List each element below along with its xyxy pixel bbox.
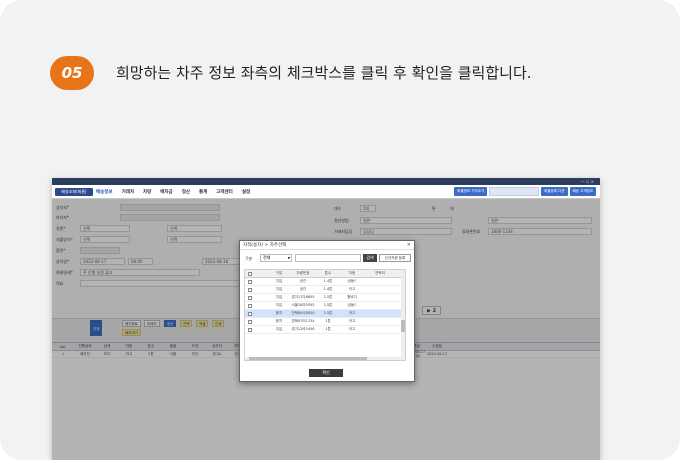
row-plate: 전북80사8050	[291, 311, 315, 315]
dialog-title: 차적(용차) > 차주선택 ×	[240, 241, 414, 250]
search-input[interactable]	[295, 254, 361, 262]
search-type-select[interactable]: 전체 ▼	[260, 254, 292, 262]
row-kind: 용차	[275, 311, 283, 315]
menu-items: 배송정보 거래처 차량 배차금 정산 통계 고객센터 설정	[96, 189, 250, 195]
menu-item-settle[interactable]: 정산	[182, 189, 190, 195]
hscroll-thumb[interactable]	[249, 357, 367, 360]
scroll-thumb[interactable]	[401, 320, 405, 332]
dialog-search-bar: 구분 전체 ▼ 검색 신규차량 등록	[240, 250, 414, 268]
col-plate[interactable]: 차량번호	[289, 271, 317, 276]
row-type: 냉동C	[347, 303, 357, 307]
menu-item-vehicle[interactable]: 차량	[143, 189, 151, 195]
row-type: 카고	[348, 327, 356, 331]
row-checkbox[interactable]	[245, 311, 254, 316]
row-checkbox[interactable]	[245, 279, 254, 284]
menu-item-settings[interactable]: 설정	[242, 189, 250, 195]
row-plate: 공간	[299, 279, 307, 283]
menu-item-client[interactable]: 거래처	[122, 189, 134, 195]
checkbox-icon	[247, 319, 252, 324]
row-kind: 지입	[275, 327, 283, 331]
chevron-down-icon: ▼	[287, 256, 290, 260]
notice-box	[489, 187, 540, 196]
header-checkbox[interactable]	[245, 271, 254, 276]
row-ton: 1.4톤	[323, 287, 333, 291]
row-ton: 1톤	[325, 327, 331, 331]
row-plate: 경북67러1234	[291, 319, 315, 323]
checkbox-icon	[247, 287, 252, 292]
col-contact[interactable]: 연락처	[365, 271, 395, 276]
checkbox-icon	[247, 271, 252, 276]
row-checkbox[interactable]	[245, 295, 254, 300]
menu-button[interactable]: 배송조회(화물)	[55, 188, 93, 196]
row-ton: 2.5톤	[323, 311, 333, 315]
step-instruction: 희망하는 차주 정보 좌측의 체크박스를 클릭 후 확인을 클릭합니다.	[116, 64, 532, 82]
row-plate: 경기12바3456	[291, 327, 315, 331]
row-ton: 2.5톤	[323, 303, 333, 307]
col-type[interactable]: 차종	[339, 271, 365, 276]
row-plate: 서울18라5555	[291, 303, 315, 307]
driver-rows: 지입 공간 1.4톤 냉동C 지입 공간 1.4톤 카고 지입 경기17다8855 2.5톤 윙바디 지…	[245, 278, 405, 334]
app-titlebar: — ☐ ✕	[52, 178, 600, 185]
row-kind: 지입	[275, 303, 283, 307]
confirm-button[interactable]: 확인	[309, 369, 343, 377]
menu-item-delivery[interactable]: 배송정보	[96, 189, 113, 195]
driver-select-dialog: 차적(용차) > 차주선택 × 구분 전체 ▼ 검색 신규차량 등록 구분 차량…	[239, 240, 415, 382]
search-type-value: 전체	[263, 255, 271, 260]
app-menubar: 배송조회(화물) 배송정보 거래처 차량 배차금 정산 통계 고객센터 설정 화…	[52, 185, 600, 199]
step-badge: 05	[50, 56, 94, 90]
checkbox-icon	[247, 295, 252, 300]
row-ton: 2.5톤	[323, 295, 333, 299]
row-checkbox[interactable]	[245, 287, 254, 292]
vertical-scrollbar[interactable]	[401, 270, 405, 360]
driver-row[interactable]: 지입 경기12바3456 1톤 카고	[245, 326, 405, 334]
checkbox-icon	[247, 303, 252, 308]
driver-row[interactable]: 지입 경기17다8855 2.5톤 윙바디	[245, 294, 405, 302]
row-kind: 용차	[275, 319, 283, 323]
app-screenshot: — ☐ ✕ 배송조회(화물) 배송정보 거래처 차량 배차금 정산 통계 고객센…	[52, 178, 600, 460]
menu-item-stats[interactable]: 통계	[199, 189, 207, 195]
close-icon[interactable]: ×	[407, 241, 411, 250]
row-checkbox[interactable]	[245, 327, 254, 332]
driver-row[interactable]: 지입 공간 1.4톤 냉동C	[245, 278, 405, 286]
row-type: 카고	[348, 319, 356, 323]
row-ton: 1톤	[325, 319, 331, 323]
row-plate: 공간	[299, 287, 307, 291]
search-button[interactable]: 검색	[363, 254, 377, 262]
dialog-title-text: 차적(용차) > 차주선택	[243, 243, 287, 248]
row-kind: 지입	[275, 287, 283, 291]
row-ton: 1.4톤	[323, 279, 333, 283]
row-type: 카고	[348, 287, 356, 291]
row-checkbox[interactable]	[245, 319, 254, 324]
driver-row[interactable]: 용차 전북80사8050 2.5톤 카고	[245, 310, 405, 318]
row-checkbox[interactable]	[245, 303, 254, 308]
tutorial-card: 05 희망하는 차주 정보 좌측의 체크박스를 클릭 후 확인을 클릭합니다. …	[0, 0, 680, 460]
checkbox-icon	[247, 279, 252, 284]
customer-button[interactable]: 배송 고객정보	[569, 187, 596, 196]
download-button[interactable]: 화물등록 다운	[541, 187, 568, 196]
checkbox-icon	[247, 311, 252, 316]
checkbox-icon	[247, 327, 252, 332]
import-button[interactable]: 화물정보 가져오기	[454, 187, 488, 196]
driver-grid: 구분 차량번호 톤수 차종 연락처 지입 공간 1.4톤 냉동C 지입 공간 1.4톤 카고 지…	[244, 269, 406, 361]
new-vehicle-button[interactable]: 신규차량 등록	[379, 254, 411, 262]
row-kind: 지입	[275, 279, 283, 283]
menu-right: 화물정보 가져오기 화물등록 다운 배송 고객정보	[454, 187, 596, 196]
driver-row[interactable]: 지입 서울18라5555 2.5톤 냉동C	[245, 302, 405, 310]
driver-row[interactable]: 용차 경북67러1234 1톤 카고	[245, 318, 405, 326]
driver-grid-header: 구분 차량번호 톤수 차종 연락처	[245, 270, 405, 278]
row-type: 카고	[348, 311, 356, 315]
horizontal-scrollbar[interactable]	[245, 357, 403, 360]
col-ton[interactable]: 톤수	[317, 271, 339, 276]
row-plate: 경기17다8855	[291, 295, 315, 299]
menu-item-support[interactable]: 고객센터	[216, 189, 233, 195]
row-type: 냉동C	[347, 279, 357, 283]
row-kind: 지입	[275, 295, 283, 299]
window-controls[interactable]: — ☐ ✕	[581, 178, 594, 185]
row-type: 윙바디	[347, 295, 357, 299]
search-label: 구분	[245, 256, 253, 261]
menu-item-dispatch[interactable]: 배차금	[160, 189, 172, 195]
driver-row[interactable]: 지입 공간 1.4톤 카고	[245, 286, 405, 294]
col-kind[interactable]: 구분	[269, 271, 289, 276]
